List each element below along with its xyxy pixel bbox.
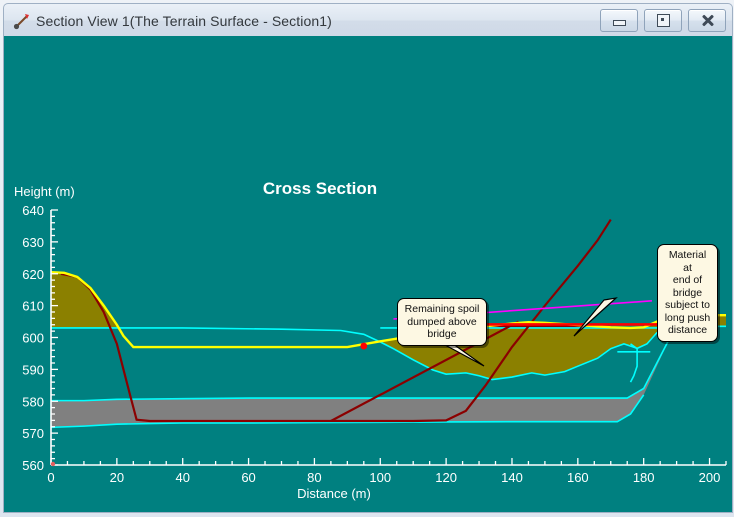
y-tick-label: 600 — [22, 331, 44, 346]
chart-annotations — [50, 297, 703, 467]
window-title-bar[interactable]: Section View 1(The Terrain Surface - Sec… — [3, 3, 733, 37]
x-tick-label: 20 — [110, 470, 124, 485]
callout-line: Remaining spoil — [404, 303, 480, 315]
x-tick-label: 160 — [567, 470, 589, 485]
window-controls — [600, 9, 726, 32]
x-axis-title: Distance (m) — [297, 486, 371, 501]
y-tick-label: 630 — [22, 235, 44, 250]
y-tick-label: 570 — [22, 426, 44, 441]
callout-material-end-of-bridge[interactable]: Material at end of bridge subject to lon… — [657, 244, 718, 342]
x-tick-label: 40 — [175, 470, 189, 485]
callout-line: Material at — [668, 249, 707, 274]
minimize-icon — [612, 20, 626, 26]
close-button[interactable] — [688, 9, 726, 32]
y-tick-label: 560 — [22, 458, 44, 473]
y-tick-label: 590 — [22, 362, 44, 377]
station-marker-dot[interactable] — [360, 342, 368, 350]
minimize-button[interactable] — [600, 9, 638, 32]
earthwork-fill-regions — [51, 272, 726, 380]
callout-line: subject to — [665, 299, 710, 311]
x-tick-label: 0 — [47, 470, 54, 485]
callout-remaining-spoil[interactable]: Remaining spoil dumped above bridge — [397, 298, 487, 346]
y-tick-label: 610 — [22, 299, 44, 314]
close-icon — [701, 14, 714, 27]
maximize-button[interactable] — [644, 9, 682, 32]
maximize-icon — [656, 14, 670, 27]
x-tick-label: 80 — [307, 470, 321, 485]
x-tick-label: 120 — [435, 470, 457, 485]
existing-ground-line — [60, 218, 612, 423]
chart-title: Cross Section — [263, 179, 377, 198]
y-tick-label: 640 — [22, 203, 44, 218]
x-tick-label: 140 — [501, 470, 523, 485]
y-tick-label: 580 — [22, 394, 44, 409]
callout-line: end of — [672, 274, 703, 286]
callout-line: dumped above — [407, 315, 477, 328]
cross-section-plot-canvas[interactable]: Cross Section Height (m) Distance (m) 56… — [3, 36, 733, 513]
x-tick-label: 60 — [241, 470, 255, 485]
section-tool-icon — [12, 11, 32, 31]
y-axis-title: Height (m) — [14, 184, 75, 199]
callout-line: bridge — [427, 328, 457, 340]
callout-line: distance — [667, 324, 708, 336]
section-view-window: Section View 1(The Terrain Surface - Sec… — [0, 0, 734, 517]
x-tick-label: 200 — [699, 470, 721, 485]
cut-fill-region — [51, 272, 119, 328]
y-tick-label: 620 — [22, 267, 44, 282]
origin-marker-dot — [50, 461, 56, 467]
x-tick-label: 180 — [633, 470, 655, 485]
terrain-ditch-line — [629, 343, 638, 383]
cross-section-chart: Cross Section Height (m) Distance (m) 56… — [14, 179, 727, 501]
callout-line: long push — [664, 311, 711, 324]
callout-line: bridge — [672, 286, 703, 299]
window-title: Section View 1(The Terrain Surface - Sec… — [36, 12, 332, 29]
x-tick-label: 100 — [369, 470, 391, 485]
